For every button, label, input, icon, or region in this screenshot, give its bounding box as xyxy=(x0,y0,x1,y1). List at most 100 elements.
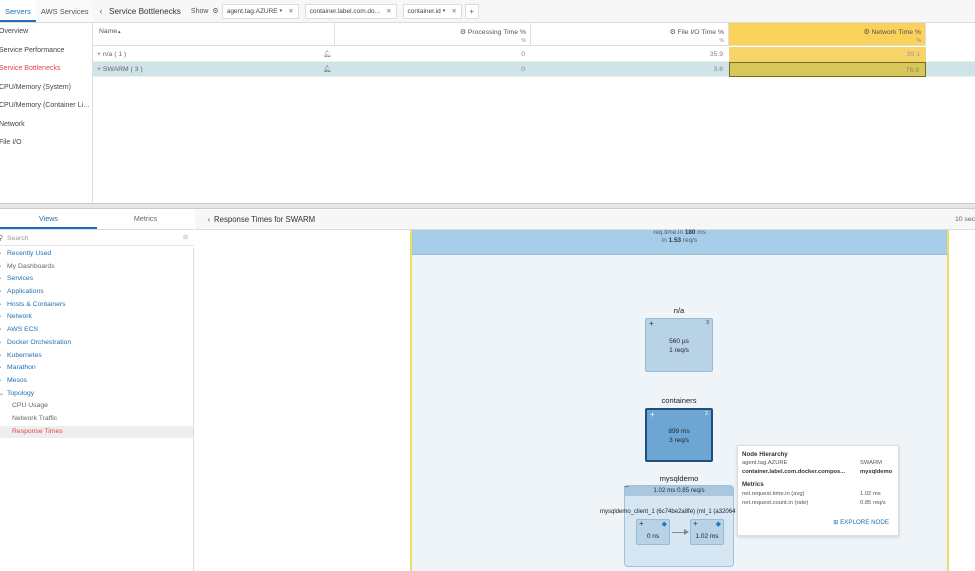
chevron-down-icon: ⌄ xyxy=(0,390,5,397)
topology-node-na[interactable]: + 3 560 µs 1 req/s xyxy=(645,318,713,372)
expand-plus-icon[interactable]: + xyxy=(93,51,101,58)
tree-item-cpu-usage[interactable]: CPU Usage xyxy=(0,400,193,413)
tree-item-topology[interactable]: ⌄ Topology xyxy=(0,388,193,401)
tree-item-marathon[interactable]: ›Marathon xyxy=(0,362,193,375)
chevron-right-icon: › xyxy=(0,362,1,375)
topology-node-containers[interactable]: + 2 899 ms 3 req/s xyxy=(645,408,713,462)
clear-icon[interactable]: ⊠ xyxy=(183,231,188,246)
nav-item-cpu-memory-container[interactable]: CPU/Memory (Container Lim... xyxy=(0,97,92,116)
tree-item-hosts-containers[interactable]: ›Hosts & Containers xyxy=(0,299,193,312)
row-name: + n/a ( 1 ) xyxy=(93,47,335,62)
tab-aws-services[interactable]: AWS Services xyxy=(36,0,94,22)
tree-item-aws-ecs[interactable]: ›AWS ECS xyxy=(0,324,193,337)
column-header-fileio[interactable]: ⚙ File I/O Time % % xyxy=(531,23,729,46)
docker-whale-icon: ◆ xyxy=(715,521,721,528)
panel-title: Response Times for SWARM xyxy=(214,215,316,224)
column-header-network[interactable]: ⚙ Network Time % % xyxy=(729,23,926,46)
node-time: 560 µs xyxy=(669,338,689,345)
grouping-chip[interactable]: container.id ▾ ✕ xyxy=(402,3,462,19)
expand-plus-icon[interactable]: + xyxy=(693,519,698,528)
cell-fileio: 3.6 xyxy=(713,66,723,73)
tree-item-mesos[interactable]: ›Mesos xyxy=(0,375,193,388)
add-grouping-button[interactable]: + xyxy=(464,3,479,19)
tree-item-response-times[interactable]: Response Times xyxy=(0,425,193,439)
tree-item-applications[interactable]: ›Applications xyxy=(0,286,193,299)
lower-tabs: Views Metrics xyxy=(0,209,194,230)
close-icon[interactable]: ✕ xyxy=(386,5,391,18)
gear-icon: ⚙ xyxy=(863,29,872,36)
tree-item-recently-used[interactable]: ›Recently Used xyxy=(0,248,193,261)
column-label: ⚙ Processing Time % xyxy=(459,29,526,36)
explore-node-button[interactable]: ⊞ EXPLORE NODE xyxy=(833,519,889,526)
node-hierarchy-tooltip: Node Hierarchy agent.tag.AZURE SWARM con… xyxy=(737,445,899,536)
column-unit: % xyxy=(521,38,526,44)
cell-network: 76.9 xyxy=(729,62,926,77)
caret-down-icon[interactable]: ▾ xyxy=(280,5,283,18)
grouping-chip[interactable]: container.label.com.do... ✕ xyxy=(304,3,397,19)
topology-group-mysqldemo[interactable]: 1.02 ms 0.85 req/s – + ◆ 0 ns + ◆ 1.02 m… xyxy=(624,482,734,567)
chevron-right-icon: › xyxy=(0,350,1,363)
chevron-right-icon: › xyxy=(0,261,1,274)
tree-item-services[interactable]: ›Services xyxy=(0,273,193,286)
sort-icon[interactable]: ▴ xyxy=(118,29,121,35)
collapse-minus-icon[interactable]: – xyxy=(624,482,628,491)
cell-network: 39.1 xyxy=(729,47,926,62)
nav-item-overview[interactable]: Overview xyxy=(0,23,92,42)
column-header-name[interactable]: Name ▴ xyxy=(93,23,335,46)
tab-views[interactable]: Views xyxy=(0,209,97,229)
column-unit: % xyxy=(719,38,724,44)
nav-item-cpu-memory-system[interactable]: CPU/Memory (System) xyxy=(0,79,92,98)
show-label: Show xyxy=(190,7,209,15)
tooltip-value: mysqldemo xyxy=(860,469,893,475)
gear-icon[interactable]: ⚙ xyxy=(212,7,221,15)
chevron-right-icon: › xyxy=(0,337,1,350)
topology-node-mysql[interactable]: + ◆ 1.02 ms xyxy=(690,519,724,545)
chevron-right-icon: › xyxy=(0,311,1,324)
tooltip-metrics-title: Metrics xyxy=(742,481,764,488)
search-input[interactable]: ⚲ Search ⊠ xyxy=(0,231,194,246)
chevron-right-icon: › xyxy=(0,286,1,299)
grouping-chip[interactable]: agent.tag.AZURE ▾ ✕ xyxy=(221,3,299,19)
expand-plus-icon[interactable]: + xyxy=(93,66,101,73)
chevron-right-icon: › xyxy=(0,299,1,312)
nav-item-service-performance[interactable]: Service Performance xyxy=(0,42,92,61)
expand-plus-icon[interactable]: + xyxy=(639,519,644,528)
gear-icon: ⚙ xyxy=(669,29,678,36)
node-rate: 1 req/s xyxy=(669,347,689,354)
back-chevron-icon[interactable]: ‹ xyxy=(93,6,109,16)
caret-down-icon[interactable]: ▾ xyxy=(443,5,446,18)
tab-metrics[interactable]: Metrics xyxy=(97,209,194,229)
tooltip-key: container.label.com.docker.compos... xyxy=(742,469,846,475)
topology-node-client[interactable]: + ◆ 0 ns xyxy=(636,519,670,545)
node-time: 1.02 ms xyxy=(695,533,719,540)
bell-icon[interactable]: 🔔︎ xyxy=(323,47,332,62)
nav-item-file-io[interactable]: File I/O xyxy=(0,134,92,153)
chevron-right-icon: › xyxy=(0,248,1,261)
cell-processing: 0 xyxy=(521,66,525,73)
bell-icon[interactable]: 🔔︎ xyxy=(323,62,332,77)
tree-item-network-traffic[interactable]: Network Traffic xyxy=(0,413,193,426)
topology-root-node[interactable]: req.time.in 180 ms in 1.53 req/s xyxy=(412,229,947,255)
column-header-processing[interactable]: ⚙ Processing Time % % xyxy=(335,23,531,46)
tree-item-docker-orchestration[interactable]: ›Docker Orchestration xyxy=(0,337,193,350)
tab-servers[interactable]: Servers xyxy=(0,0,36,22)
node-time: 0 ns xyxy=(646,533,660,540)
node-title-containers: containers xyxy=(661,396,697,405)
table-row[interactable]: + SWARM ( 3 ) 🔔︎ 0 3.6 76.9 xyxy=(93,62,975,77)
close-icon[interactable]: ✕ xyxy=(288,5,293,18)
connection-arrow xyxy=(672,529,689,535)
bottlenecks-table: Name ▴ ⚙ Processing Time % % ⚙ File I/O … xyxy=(93,23,975,203)
tree-item-kubernetes[interactable]: ›Kubernetes xyxy=(0,350,193,363)
table-row[interactable]: + n/a ( 1 ) 🔔︎ 0 35.9 39.1 xyxy=(93,47,975,62)
expand-plus-icon[interactable]: + xyxy=(649,319,654,328)
close-icon[interactable]: ✕ xyxy=(451,5,456,18)
tree-item-my-dashboards[interactable]: ›My Dashboards xyxy=(0,261,193,274)
nav-item-network[interactable]: Network xyxy=(0,116,92,135)
expand-plus-icon[interactable]: + xyxy=(650,410,655,419)
tree-item-network[interactable]: ›Network xyxy=(0,311,193,324)
cell-fileio: 35.9 xyxy=(709,51,723,58)
time-window[interactable]: 10 sec xyxy=(955,209,975,230)
tooltip-value: SWARM xyxy=(860,460,883,466)
tooltip-key: agent.tag.AZURE xyxy=(742,460,788,466)
nav-item-service-bottlenecks[interactable]: Service Bottlenecks xyxy=(0,60,92,79)
